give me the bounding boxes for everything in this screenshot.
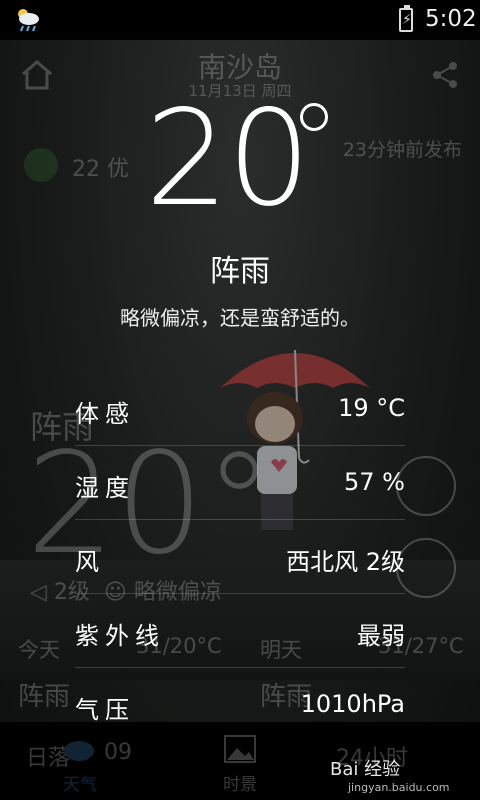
- aqi-badge[interactable]: 22 优: [24, 148, 164, 182]
- sunrise-time: 09: [104, 740, 132, 765]
- degree-symbol-icon: [300, 103, 328, 131]
- comfort-description: 略微偏凉，还是蛮舒适的。: [120, 306, 360, 330]
- detail-value: 19 °C: [338, 394, 405, 422]
- share-icon[interactable]: [430, 60, 460, 90]
- wind-icon: ◁: [30, 580, 47, 605]
- aqi-value: 22 优: [72, 157, 129, 182]
- status-time: 5:02: [425, 6, 477, 32]
- detail-label: 气压: [75, 696, 135, 724]
- detail-label: 紫外线: [75, 622, 165, 650]
- status-bar: ⚡ 5:02: [0, 0, 480, 40]
- cloud-rain-icon: [18, 9, 39, 32]
- speaker-button[interactable]: [396, 456, 456, 516]
- detail-list: 体感 19 °C 湿度 57 % 风 西北风 2级 紫外线 最弱 气压 1010…: [75, 372, 405, 742]
- detail-label: 风: [75, 548, 105, 576]
- today-cond: 阵雨: [18, 682, 71, 712]
- temperature-value: 20: [145, 82, 311, 236]
- detail-row-pressure: 气压 1010hPa: [75, 668, 405, 742]
- detail-row-wind: 风 西北风 2级: [75, 520, 405, 594]
- detail-row-humidity: 湿度 57 %: [75, 446, 405, 520]
- lock-button[interactable]: [396, 538, 456, 598]
- detail-value: 57 %: [344, 468, 405, 496]
- detail-label: 湿度: [75, 474, 135, 502]
- watermark: Bai 经验 jingyan.baidu.com: [330, 755, 450, 794]
- watermark-text: Bai 经验: [330, 759, 401, 780]
- battery-charging-icon: ⚡: [399, 5, 413, 32]
- watermark-url: jingyan.baidu.com: [348, 781, 450, 794]
- detail-value: 1010hPa: [300, 690, 405, 718]
- weather-condition: 阵雨: [210, 254, 270, 289]
- detail-label: 体感: [75, 400, 135, 428]
- today-label: 今天: [18, 638, 60, 662]
- tab-weather[interactable]: 天气: [40, 770, 120, 795]
- leaf-icon: [24, 148, 58, 182]
- detail-value: 最弱: [357, 622, 405, 650]
- published-time: 23分钟前发布: [342, 139, 462, 161]
- tab-scenery[interactable]: 时景: [200, 770, 280, 795]
- detail-row-feels-like: 体感 19 °C: [75, 372, 405, 446]
- detail-value: 西北风 2级: [286, 548, 405, 576]
- detail-row-uv: 紫外线 最弱: [75, 594, 405, 668]
